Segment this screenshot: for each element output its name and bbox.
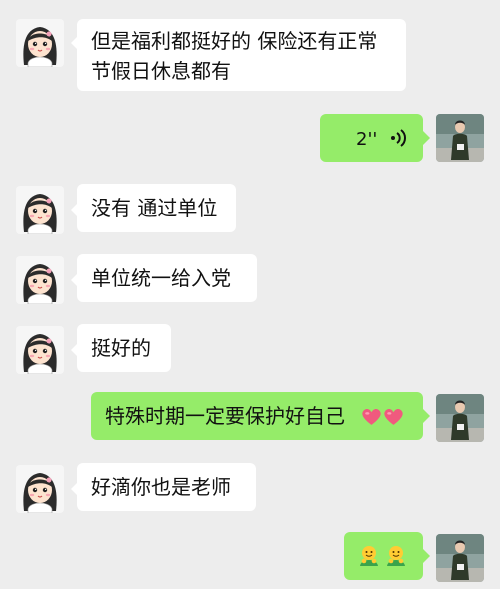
message-text: 特殊时期一定要保护好自己 (105, 404, 345, 428)
sender-avatar[interactable] (16, 186, 64, 234)
sender-avatar[interactable] (16, 256, 64, 304)
message-bubble[interactable]: 但是福利都挺好的 保险还有正常 节假日休息都有 (77, 19, 406, 91)
message-text: 没有 通过单位 (91, 196, 218, 220)
girl-cartoon-avatar-icon (16, 19, 64, 67)
voice-duration: 2'' (356, 129, 378, 150)
girl-cartoon-avatar-icon (16, 186, 64, 234)
bubble-tail (423, 409, 430, 423)
person-photo-avatar-icon (436, 394, 484, 442)
girl-cartoon-avatar-icon (16, 256, 64, 304)
hug-emoji (357, 544, 381, 568)
sender-avatar[interactable] (16, 19, 64, 67)
self-avatar[interactable] (436, 534, 484, 582)
message-text-line: 但是福利都挺好的 保险还有正常 (91, 29, 378, 53)
sender-avatar[interactable] (16, 326, 64, 374)
hug-emoji (384, 544, 408, 568)
girl-cartoon-avatar-icon (16, 326, 64, 374)
message-text: 单位统一给入党 (91, 266, 231, 290)
bubble-tail (423, 131, 430, 145)
girl-cartoon-avatar-icon (16, 465, 64, 513)
voice-wave-icon (388, 128, 408, 148)
heart-emoji (361, 406, 382, 427)
message-bubble[interactable]: 特殊时期一定要保护好自己 (91, 392, 423, 440)
message-text: 挺好的 (91, 336, 151, 360)
voice-message-bubble[interactable]: 2'' (320, 114, 423, 162)
message-bubble[interactable]: 好滴你也是老师 (77, 463, 256, 511)
bubble-tail (423, 549, 430, 563)
message-bubble[interactable]: 没有 通过单位 (77, 184, 236, 232)
message-text-line: 节假日休息都有 (91, 59, 231, 83)
self-avatar[interactable] (436, 394, 484, 442)
person-photo-avatar-icon (436, 534, 484, 582)
sender-avatar[interactable] (16, 465, 64, 513)
heart-emoji (383, 406, 404, 427)
message-bubble[interactable]: 挺好的 (77, 324, 171, 372)
self-avatar[interactable] (436, 114, 484, 162)
message-text: 好滴你也是老师 (91, 475, 231, 499)
person-photo-avatar-icon (436, 114, 484, 162)
message-bubble[interactable]: 单位统一给入党 (77, 254, 257, 302)
emoji-message-bubble[interactable] (344, 532, 423, 580)
